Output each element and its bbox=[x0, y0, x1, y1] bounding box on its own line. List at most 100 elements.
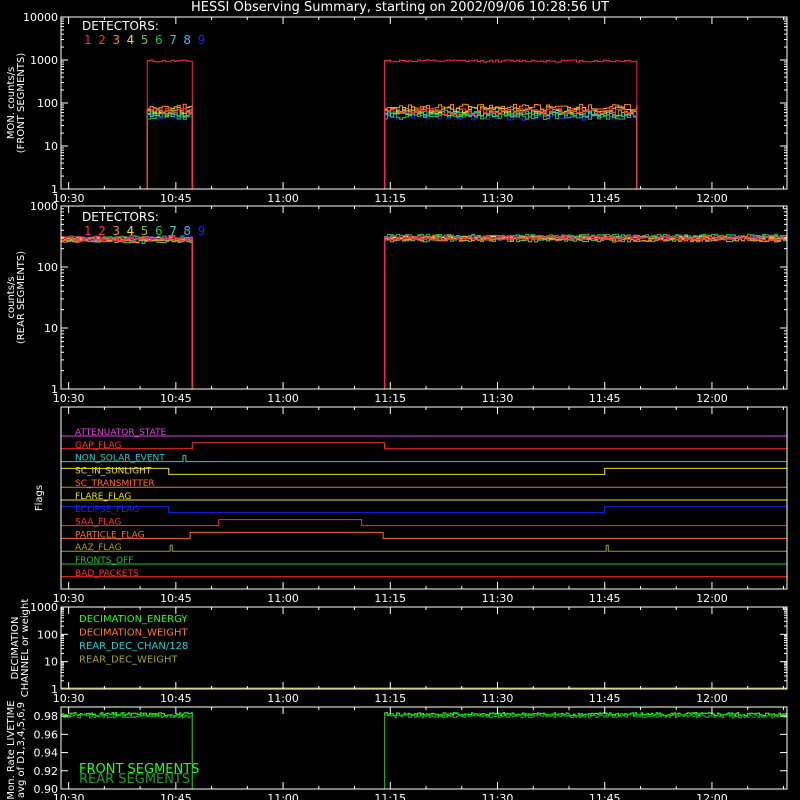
front-legend-item: 4 bbox=[127, 33, 135, 47]
rear-series-2 bbox=[61, 234, 788, 390]
rear-legend-item: 4 bbox=[127, 224, 135, 238]
rear-series-6 bbox=[61, 233, 788, 390]
front-ytick-label: 10 bbox=[44, 140, 58, 153]
front-ylabel: MON. counts/s(FRONT SEGMENTS) bbox=[6, 53, 27, 154]
live-xtick-label: 11:00 bbox=[267, 792, 299, 800]
front-legend-item: 6 bbox=[155, 33, 163, 47]
dec-xtick-label: 11:30 bbox=[482, 692, 514, 705]
decimation-legend-item: DECIMATION_ENERGY bbox=[79, 614, 188, 625]
live-ylabel: Mon. Rate LIVETIMEavg of D1,3,4,5,6,9 bbox=[6, 700, 27, 799]
rear-series-7 bbox=[61, 235, 788, 390]
decimation-legend-item: REAR_DEC_CHAN/128 bbox=[79, 641, 188, 652]
flag-label: ECLIPSE_FLAG bbox=[75, 505, 139, 515]
rear-xtick-label: 11:15 bbox=[374, 392, 406, 405]
rear-xtick-label: 11:45 bbox=[589, 392, 621, 405]
flag-label: FLARE_FLAG bbox=[75, 492, 131, 502]
dec-ylabel-line: CHANNEL or weight bbox=[20, 599, 31, 698]
front-series-9 bbox=[61, 113, 787, 190]
front-xtick-label: 12:00 bbox=[696, 192, 728, 205]
live-ytick-label: 0.92 bbox=[34, 765, 59, 778]
flags-xtick-label: 11:30 bbox=[482, 592, 514, 605]
livetime-legend-item: REAR SEGMENTS bbox=[79, 772, 190, 787]
dec-xtick-label: 12:00 bbox=[696, 692, 728, 705]
rear-ylabel-line: (REAR SEGMENTS) bbox=[16, 251, 27, 344]
live-xtick-label: 10:45 bbox=[160, 792, 192, 800]
flags-ylabel: Flags bbox=[34, 485, 45, 511]
flag-trace-saa_flag bbox=[61, 519, 787, 527]
front-xtick-label: 11:00 bbox=[267, 192, 299, 205]
dec-xtick-label: 11:00 bbox=[267, 692, 299, 705]
dec-ylabel: DECIMATIONCHANNEL or weight bbox=[10, 599, 31, 698]
rear-ylabel: counts/s(REAR SEGMENTS) bbox=[6, 251, 27, 344]
rear-ytick-label: 1000 bbox=[30, 200, 58, 213]
front-ytick-label: 10000 bbox=[23, 11, 58, 24]
front-xtick-label: 11:45 bbox=[589, 192, 621, 205]
rear-legend-item: 7 bbox=[169, 224, 177, 238]
rear-series-5 bbox=[61, 238, 788, 390]
front-series-8 bbox=[61, 110, 787, 190]
rear-legend-title: DETECTORS: bbox=[82, 210, 159, 224]
front-series-6 bbox=[61, 112, 787, 190]
rear-xtick-label: 10:45 bbox=[160, 392, 192, 405]
flag-label: SC_IN_SUNLIGHT bbox=[75, 466, 152, 476]
rear-legend-item: 3 bbox=[112, 224, 120, 238]
rear-series-3 bbox=[61, 237, 788, 390]
dec-ytick-label: 100 bbox=[37, 628, 58, 641]
live-xtick-label: 11:30 bbox=[482, 792, 514, 800]
rear-ytick-label: 10 bbox=[44, 322, 58, 335]
flag-label: BAD_PACKETS bbox=[75, 569, 139, 579]
flag-label: SAA_FLAG bbox=[75, 518, 121, 528]
front-legend-item: 2 bbox=[98, 33, 106, 47]
rear-legend-item: 2 bbox=[98, 224, 106, 238]
flag-trace-eclipse_flag bbox=[60, 506, 788, 514]
rear-legend-item: 9 bbox=[198, 224, 206, 238]
front-legend-item: 1 bbox=[84, 33, 92, 47]
flags-frame bbox=[60, 406, 788, 590]
flag-trace-sc_in_sunlight bbox=[60, 467, 788, 475]
flags-xtick-label: 12:00 bbox=[696, 592, 728, 605]
flag-label: FRONTS_OFF bbox=[75, 556, 133, 566]
flag-label: NON_SOLAR_EVENT bbox=[75, 454, 165, 464]
front-legend-item: 7 bbox=[169, 33, 177, 47]
rear-xtick-label: 11:30 bbox=[482, 392, 514, 405]
flags-xtick-label: 11:45 bbox=[589, 592, 621, 605]
rear-series-4 bbox=[61, 235, 788, 390]
front-legend-item: 8 bbox=[183, 33, 191, 47]
rear-xtick-label: 11:00 bbox=[267, 392, 299, 405]
flags-panel: ATTENUATOR_STATE GAP_FLAG NON_SOLAR_EVENT S… bbox=[34, 406, 788, 605]
rear-series-9 bbox=[61, 234, 788, 390]
flags-xtick-label: 11:00 bbox=[267, 592, 299, 605]
front-ytick-label: 1000 bbox=[30, 54, 58, 67]
rear-series-8 bbox=[61, 235, 788, 390]
flags-ylabel-line: Flags bbox=[34, 485, 45, 511]
rear-legend-item: 6 bbox=[155, 224, 163, 238]
front-legend-title: DETECTORS: bbox=[82, 19, 159, 33]
dec-xtick-label: 11:45 bbox=[589, 692, 621, 705]
rear-ytick-label: 1 bbox=[51, 383, 58, 396]
flag-label: SC_TRANSMITTER bbox=[75, 479, 155, 489]
rear-ytick-label: 100 bbox=[37, 261, 58, 274]
dec-xtick-label: 10:45 bbox=[160, 692, 192, 705]
rear-xtick-label: 12:00 bbox=[696, 392, 728, 405]
front-series-7 bbox=[61, 109, 787, 190]
front-xtick-label: 11:30 bbox=[482, 192, 514, 205]
flag-trace-aaz_flag bbox=[61, 544, 787, 552]
dec-ytick-label: 1000 bbox=[30, 601, 58, 614]
decimation-panel: 10:30 10:45 11:00 11:15 11:30 11:45 12:0011010… bbox=[10, 599, 788, 705]
flag-label: AAZ_FLAG bbox=[75, 543, 122, 553]
flag-trace-gap_flag bbox=[61, 442, 787, 450]
rear-legend-item: 1 bbox=[84, 224, 92, 238]
front-series-1 bbox=[61, 59, 787, 190]
flags-xtick-label: 10:45 bbox=[160, 592, 192, 605]
dec-ytick-label: 10 bbox=[44, 656, 58, 669]
live-ylabel-line: avg of D1,3,4,5,6,9 bbox=[16, 702, 27, 798]
rear-legend-item: 5 bbox=[141, 224, 149, 238]
flag-trace-non_solar_event bbox=[61, 455, 787, 463]
front-series-5 bbox=[61, 109, 787, 190]
dec-ytick-label: 1 bbox=[51, 683, 58, 696]
front-ylabel-line: (FRONT SEGMENTS) bbox=[16, 53, 27, 154]
front-panel: 10:30 10:45 11:00 11:15 11:30 11:45 12:0011010… bbox=[6, 11, 788, 205]
live-ytick-label: 0.94 bbox=[34, 747, 59, 760]
live-ytick-label: 0.96 bbox=[34, 728, 59, 741]
rear-panel: 10:30 10:45 11:00 11:15 11:30 11:45 12:0011010… bbox=[6, 200, 788, 405]
